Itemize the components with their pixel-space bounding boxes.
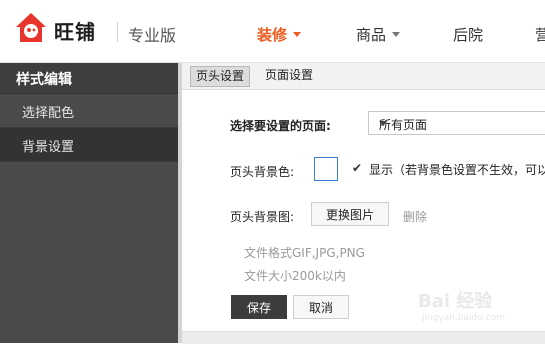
nav-item-products[interactable]: 商品 — [356, 24, 401, 45]
page-select-label: 选择要设置的页面: — [230, 119, 331, 133]
horizontal-scrollbar[interactable] — [182, 331, 545, 344]
caret-down-icon — [379, 121, 387, 126]
sidebar-item-label: 选择配色 — [22, 106, 75, 121]
nav-item-backyard[interactable]: 后院 — [453, 24, 483, 45]
nav-item-label: 后院 — [453, 26, 484, 44]
sidebar-item-background[interactable]: 背景设置 — [0, 128, 178, 162]
size-note: 文件大小200k以内 — [244, 269, 346, 283]
bgimage-label: 页头背景图: — [230, 210, 295, 224]
sidebar-item-color-scheme[interactable]: 选择配色 — [0, 94, 178, 128]
house-logo-icon[interactable] — [14, 11, 48, 45]
watermark-text: Bai 经验 — [418, 291, 493, 312]
caret-down-icon — [392, 32, 401, 37]
caret-down-icon — [293, 32, 302, 37]
tab-bar: 页头设置 页面设置 — [182, 63, 545, 90]
tab-page-settings[interactable]: 页面设置 — [260, 66, 318, 85]
bgcolor-swatch[interactable] — [314, 157, 338, 181]
sidebar-title: 样式编辑 — [0, 63, 178, 94]
watermark: Bai 经验 jingyan.baidu.com — [418, 283, 538, 329]
replace-image-button[interactable]: 更换图片 — [311, 202, 389, 226]
tab-header-settings[interactable]: 页头设置 — [190, 66, 251, 87]
nav-item-marketing[interactable]: 营 — [535, 24, 545, 45]
format-note: 文件格式GIF,JPG,PNG — [244, 246, 365, 260]
page-select[interactable]: 所有页面 — [368, 111, 545, 135]
sidebar-item-label: 背景设置 — [22, 140, 75, 155]
cancel-button[interactable]: 取消 — [293, 295, 349, 319]
brand-divider — [117, 22, 118, 42]
checkmark-icon[interactable]: ✔ — [352, 162, 364, 174]
brand-name[interactable]: 旺铺 — [54, 16, 96, 45]
top-bar: 旺铺 专业版 装修 商品 后院 营 — [0, 0, 545, 63]
edition-label: 专业版 — [128, 26, 177, 45]
nav-item-decorate[interactable]: 装修 — [257, 24, 302, 45]
sidebar-title-label: 样式编辑 — [16, 72, 72, 88]
nav-item-label: 营 — [535, 26, 545, 44]
nav-item-label: 商品 — [356, 26, 387, 44]
display-hint: 显示（若背景色设置不生效，可以 — [369, 163, 545, 177]
bgcolor-label: 页头背景色: — [230, 165, 295, 179]
save-button[interactable]: 保存 — [231, 295, 287, 319]
nav-item-label: 装修 — [257, 26, 288, 44]
sidebar: 样式编辑 选择配色 背景设置 — [0, 63, 178, 343]
watermark-sub: jingyan.baidu.com — [422, 313, 506, 323]
delete-link[interactable]: 删除 — [403, 208, 427, 225]
